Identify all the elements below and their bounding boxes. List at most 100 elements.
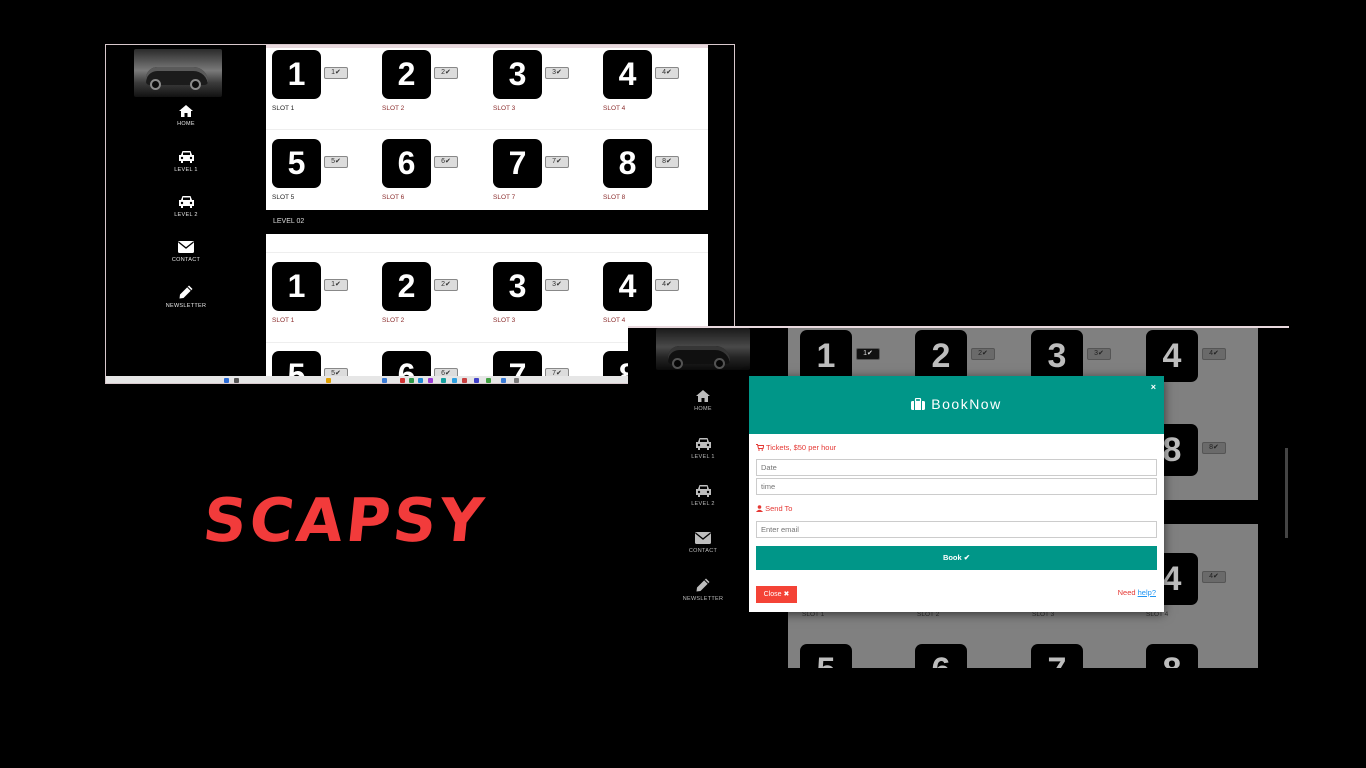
slot-label: SLOT 8 — [603, 194, 626, 201]
sidebar: HOME LEVEL 1 LEVEL 2 CONTACT NEWSLETTER — [106, 45, 266, 383]
slot-label: SLOT 5 — [272, 194, 295, 201]
home-icon — [179, 105, 193, 117]
modal-close-x[interactable]: × — [1151, 382, 1156, 392]
car-icon — [695, 438, 711, 450]
slot-label: SLOT 1 — [802, 611, 825, 618]
slot-card[interactable]: 6 — [909, 644, 1019, 668]
nav-level-1[interactable]: LEVEL 1 — [106, 150, 266, 173]
slot-number: 3 — [1031, 330, 1083, 382]
slot-card[interactable]: 2 2✔ SLOT 2 — [376, 50, 466, 120]
envelope-icon — [178, 241, 194, 253]
slot-label: SLOT 2 — [382, 105, 405, 112]
slot-check-button[interactable]: 8✔ — [1202, 442, 1226, 454]
slot-number: 2 — [382, 262, 431, 311]
slot-check-button[interactable]: 1✔ — [856, 348, 880, 360]
need-help-text: Need — [1117, 588, 1136, 597]
slot-card[interactable]: 6 6✔ SLOT 6 — [376, 139, 466, 209]
slot-check-button[interactable]: 5✔ — [324, 156, 348, 168]
slot-check-button[interactable]: 6✔ — [434, 156, 458, 168]
slot-card[interactable]: 7 — [1025, 644, 1135, 668]
nav-home-label: HOME — [177, 121, 195, 127]
slot-number: 4 — [603, 262, 652, 311]
nav-home[interactable]: HOME — [106, 105, 266, 127]
slot-label: SLOT 4 — [603, 317, 626, 324]
slot-card[interactable]: 5 5✔ SLOT 5 — [266, 139, 356, 209]
slot-label: SLOT 7 — [493, 194, 516, 201]
slot-check-button[interactable]: 4✔ — [655, 279, 679, 291]
slot-card[interactable]: 3 3✔ SLOT 3 — [487, 262, 577, 332]
slot-check-button[interactable]: 2✔ — [971, 348, 995, 360]
slot-card[interactable]: 4 4✔ SLOT 4 — [597, 262, 687, 332]
nav-level-2[interactable]: LEVEL 2 — [106, 195, 266, 218]
slot-number: 6 — [382, 139, 431, 188]
slot-label: SLOT 3 — [1032, 611, 1055, 618]
send-to-label: Send To — [756, 504, 792, 513]
slot-number: 4 — [603, 50, 652, 99]
slot-check-button[interactable]: 1✔ — [324, 67, 348, 79]
slot-label: SLOT 2 — [382, 317, 405, 324]
slot-check-button[interactable]: 3✔ — [545, 279, 569, 291]
slot-check-button[interactable]: 4✔ — [1202, 348, 1226, 360]
slot-label: SLOT 2 — [917, 611, 940, 618]
slot-card[interactable]: 7 7✔ SLOT 7 — [487, 139, 577, 209]
nav-level-2-label: LEVEL 2 — [174, 212, 198, 218]
book-now-modal: BookNow × Tickets, $50 per hour Send To … — [749, 376, 1164, 612]
time-input[interactable] — [756, 478, 1157, 495]
nav-newsletter[interactable]: NEWSLETTER — [106, 285, 266, 309]
slot-number: 7 — [493, 139, 542, 188]
slot-card[interactable]: 2 2✔ SLOT 2 — [376, 262, 466, 332]
slot-card[interactable]: 3 3✔ SLOT 3 — [487, 50, 577, 120]
slot-label: SLOT 1 — [272, 105, 295, 112]
slot-number: 2 — [382, 50, 431, 99]
slot-check-button[interactable]: 8✔ — [655, 156, 679, 168]
send-to-text: Send To — [765, 504, 793, 513]
slot-card[interactable]: 8 — [1140, 644, 1250, 668]
help-link[interactable]: help? — [1138, 588, 1156, 597]
brand-logo-text: SCAPSY — [199, 486, 490, 556]
slot-check-button[interactable]: 1✔ — [324, 279, 348, 291]
car-icon — [178, 151, 194, 163]
close-button[interactable]: Close ✖ — [756, 586, 797, 603]
slot-check-button[interactable]: 4✔ — [1202, 571, 1226, 583]
slot-card[interactable]: 4 4✔ SLOT 4 — [597, 50, 687, 120]
sports-car-image — [134, 49, 222, 97]
date-input[interactable] — [756, 459, 1157, 476]
slot-card[interactable]: 1 1✔ SLOT 1 — [266, 262, 356, 332]
car-icon — [178, 196, 194, 208]
row-divider — [266, 129, 708, 130]
pencil-icon — [696, 578, 710, 592]
slot-number: 8 — [603, 139, 652, 188]
row-divider — [266, 252, 708, 253]
tickets-info: Tickets, $50 per hour — [756, 443, 836, 452]
slot-label: SLOT 4 — [603, 105, 626, 112]
slot-check-button[interactable]: 3✔ — [1087, 348, 1111, 360]
slot-card[interactable]: 1 1✔ SLOT 1 — [266, 50, 356, 120]
slot-check-button[interactable]: 2✔ — [434, 67, 458, 79]
scrollbar[interactable] — [1285, 448, 1288, 538]
book-button[interactable]: Book ✔ — [756, 546, 1157, 570]
slot-card[interactable]: 8 8✔ SLOT 8 — [597, 139, 687, 209]
slot-label: SLOT 3 — [493, 317, 516, 324]
user-icon — [756, 505, 763, 512]
nav-contact[interactable]: CONTACT — [106, 241, 266, 263]
slot-number: 1 — [272, 50, 321, 99]
stage: HOME LEVEL 1 LEVEL 2 CONTACT NEWSLETTER — [0, 0, 1366, 768]
slot-label: SLOT 4 — [1146, 611, 1169, 618]
briefcase-icon — [911, 397, 926, 410]
slot-check-button[interactable]: 3✔ — [545, 67, 569, 79]
slot-number: 1 — [800, 330, 852, 382]
nav-level-1-label: LEVEL 1 — [174, 167, 198, 173]
envelope-icon — [695, 532, 711, 544]
level-02-header: LEVEL 02 — [266, 210, 708, 234]
slot-number: 6 — [915, 644, 967, 668]
slot-check-button[interactable]: 4✔ — [655, 67, 679, 79]
need-help: Need help? — [1118, 588, 1156, 597]
slot-card[interactable]: 5 — [794, 644, 904, 668]
slot-check-button[interactable]: 2✔ — [434, 279, 458, 291]
slot-number: 5 — [800, 644, 852, 668]
slot-check-button[interactable]: 7✔ — [545, 156, 569, 168]
modal-title: BookNow — [749, 396, 1164, 412]
slot-number: 1 — [272, 262, 321, 311]
slot-number: 5 — [272, 139, 321, 188]
email-input[interactable] — [756, 521, 1157, 538]
